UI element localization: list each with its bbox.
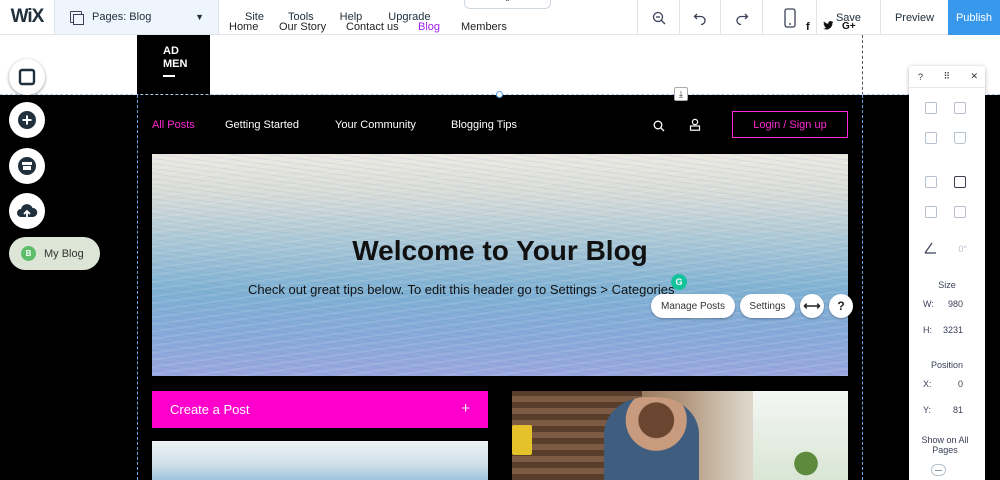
distribute-icon[interactable] (925, 206, 937, 218)
collapse-topbar-handle[interactable]: ⌃ (464, 0, 551, 9)
site-nav-blog[interactable]: Blog (418, 21, 440, 33)
my-blog-button[interactable]: B My Blog (9, 237, 100, 270)
post-cover-image[interactable] (152, 441, 488, 480)
publish-button[interactable]: Publish (948, 0, 1000, 35)
height-value[interactable]: 3231 (939, 325, 963, 335)
pages-dropdown-label: Pages: Blog (92, 11, 152, 23)
mug-image-part (512, 425, 532, 455)
paste-icon[interactable] (954, 102, 966, 114)
category-getting-started[interactable]: Getting Started (225, 119, 299, 131)
show-on-all-pages-label: Show on All Pages (921, 435, 969, 455)
background-icon (18, 68, 36, 86)
close-icon[interactable]: ✕ (970, 71, 978, 82)
x-value[interactable]: 0 (939, 379, 963, 389)
hero-title: Welcome to Your Blog (352, 235, 648, 266)
arrange-icon[interactable] (925, 176, 937, 188)
mobile-icon (783, 7, 796, 28)
rotate-icon[interactable] (924, 242, 937, 254)
site-nav-our-story[interactable]: Our Story (279, 21, 326, 33)
category-blogging-tips[interactable]: Blogging Tips (451, 119, 517, 131)
site-nav-members[interactable]: Members (461, 21, 507, 33)
chevron-down-icon: ▼ (195, 12, 204, 22)
show-on-all-pages-toggle[interactable] (931, 464, 946, 476)
category-your-community[interactable]: Your Community (335, 119, 416, 131)
google-plus-icon[interactable]: G+ (842, 21, 856, 32)
site-logo-line1: AD (163, 45, 179, 57)
site-nav-contact[interactable]: Contact us (346, 21, 399, 33)
my-blog-label: My Blog (44, 247, 84, 260)
header-guide-right (862, 35, 863, 95)
wix-logo[interactable]: WiX (0, 0, 55, 34)
background-button[interactable] (9, 59, 45, 95)
zoom-out-icon (652, 11, 665, 24)
delete-icon[interactable] (954, 132, 966, 144)
width-key: W: (923, 299, 934, 309)
manage-posts-button[interactable]: Manage Posts (651, 294, 735, 318)
y-key: Y: (923, 405, 932, 415)
match-size-icon[interactable] (954, 206, 966, 218)
add-element-button[interactable] (9, 102, 45, 138)
grammarly-icon[interactable]: G (671, 274, 687, 290)
blog-badge-icon: B (21, 246, 36, 261)
site-logo-bar (163, 75, 175, 77)
settings-button[interactable]: Settings (740, 294, 795, 318)
preview-button[interactable]: Preview (880, 0, 948, 35)
stretch-icon[interactable]: ⟷ (800, 294, 824, 318)
category-all-posts[interactable]: All Posts (152, 119, 195, 131)
drag-handle-icon[interactable]: ⠿ (943, 71, 950, 82)
facebook-icon[interactable]: f (806, 21, 810, 33)
site-header: AD MEN (0, 35, 1000, 95)
person-image-part (604, 397, 699, 480)
zoom-out-button[interactable] (637, 0, 679, 35)
inspector-header: ? ⠿ ✕ (909, 66, 985, 88)
hero-subtitle: Check out great tips below. To edit this… (248, 282, 675, 297)
width-value[interactable]: 980 (939, 299, 963, 309)
help-icon[interactable]: ? (918, 72, 923, 82)
duplicate-icon[interactable] (925, 132, 937, 144)
search-icon[interactable] (653, 119, 665, 137)
store-icon (18, 157, 36, 175)
undo-button[interactable] (679, 0, 720, 35)
pages-icon (70, 11, 84, 25)
redo-button[interactable] (720, 0, 762, 35)
user-icon[interactable] (689, 118, 701, 136)
blog-hero-image: Welcome to Your Blog Check out great tip… (152, 154, 848, 376)
create-post-button[interactable]: Create a Post + (152, 391, 488, 428)
upload-button[interactable] (9, 193, 45, 229)
y-value[interactable]: 81 (939, 405, 963, 415)
pages-dropdown[interactable]: Pages: Blog ▼ (55, 0, 219, 34)
rotate-value: 0° (958, 244, 967, 254)
site-nav-home[interactable]: Home (229, 21, 258, 33)
inspector-panel: ? ⠿ ✕ 0° Size W: 980 H: 3231 Position X:… (909, 66, 985, 480)
position-label: Position (930, 360, 964, 370)
plant-image-part (786, 447, 826, 480)
undo-icon (693, 13, 706, 25)
login-signup-button[interactable]: Login / Sign up (732, 111, 848, 138)
site-logo[interactable]: AD MEN (137, 35, 210, 95)
create-post-label: Create a Post (170, 402, 250, 417)
twitter-icon[interactable] (823, 21, 834, 34)
height-key: H: (923, 325, 932, 335)
upload-icon (17, 204, 38, 219)
plus-icon: + (461, 400, 470, 417)
help-icon[interactable]: ? (829, 294, 853, 318)
redo-icon (735, 13, 748, 25)
wix-editor: WiX Pages: Blog ▼ Site Tools Help Upgrad… (0, 0, 1000, 480)
x-key: X: (923, 379, 932, 389)
site-logo-line2: MEN (163, 58, 188, 70)
app-market-button[interactable] (9, 148, 45, 184)
add-icon (18, 111, 36, 129)
size-label: Size (938, 280, 956, 290)
post-cover-image[interactable] (512, 391, 848, 480)
copy-icon[interactable] (925, 102, 937, 114)
align-icon[interactable] (954, 176, 966, 188)
